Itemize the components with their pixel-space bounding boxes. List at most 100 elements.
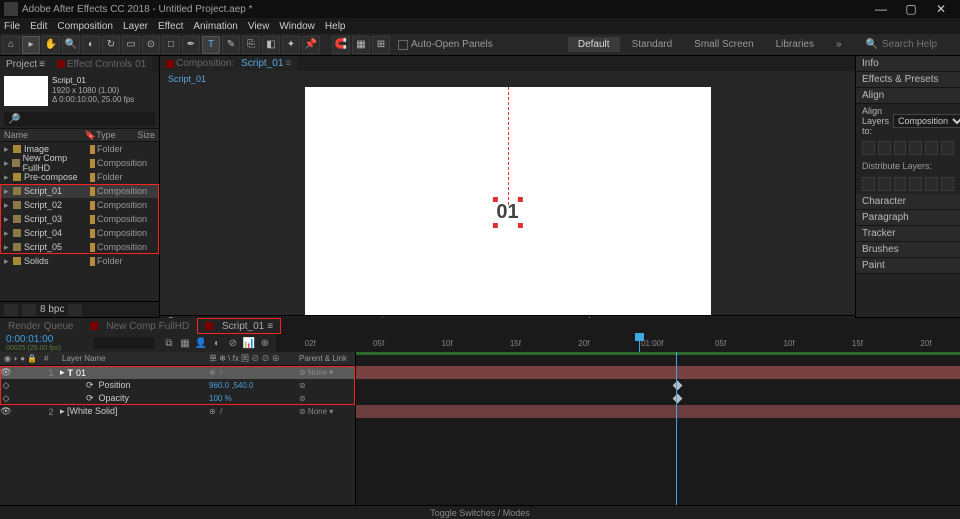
camera-tool[interactable]: ▭ — [122, 36, 140, 54]
layer-bar-1[interactable] — [356, 366, 960, 379]
layer-bar-2[interactable] — [356, 405, 960, 418]
current-time-indicator[interactable] — [639, 334, 640, 352]
panel-paint[interactable]: Paint — [856, 258, 960, 274]
interpret-button[interactable] — [4, 304, 18, 316]
project-item[interactable]: ▸Script_01Composition — [0, 184, 159, 198]
hand-tool[interactable]: ✋ — [42, 36, 60, 54]
brush-tool[interactable]: ✎ — [222, 36, 240, 54]
roto-tool[interactable]: ✦ — [282, 36, 300, 54]
menu-help[interactable]: Help — [325, 21, 346, 32]
work-area-bar[interactable] — [356, 352, 960, 355]
tab-effect-controls[interactable]: Effect Controls 01 — [51, 56, 152, 72]
search-help[interactable]: 🔍 — [860, 39, 958, 50]
panel-info[interactable]: Info — [856, 56, 960, 72]
project-item[interactable]: ▸SolidsFolder — [0, 254, 159, 268]
menu-file[interactable]: File — [4, 21, 20, 32]
align-target-dropdown[interactable]: Composition — [893, 114, 960, 128]
project-item[interactable]: ▸Script_02Composition — [0, 198, 159, 212]
composition-canvas[interactable]: 01 — [305, 87, 711, 315]
composition-breadcrumb[interactable]: Script_01 — [160, 71, 855, 87]
draft3d-icon[interactable]: ▦ — [178, 336, 192, 350]
type-tool[interactable]: T — [202, 36, 220, 54]
dist-top-icon[interactable] — [862, 177, 875, 191]
project-item[interactable]: ▸New Comp FullHDComposition — [0, 156, 159, 170]
shape-tool[interactable]: □ — [162, 36, 180, 54]
property-row[interactable]: ◇⟳ Opacity100 %⊚ — [0, 392, 355, 405]
rotate-tool[interactable]: ↻ — [102, 36, 120, 54]
composition-tab[interactable]: Composition: Script_01 ≡ — [160, 56, 297, 71]
orbit-tool[interactable]: ◐ — [82, 36, 100, 54]
composition-viewer[interactable]: 01 — [160, 87, 855, 315]
pan-behind-tool[interactable]: ⊙ — [142, 36, 160, 54]
snap-icon[interactable]: 🧲 — [332, 36, 350, 54]
workspace-libraries[interactable]: Libraries — [766, 37, 824, 52]
dist-bottom-icon[interactable] — [894, 177, 907, 191]
shy-icon[interactable]: 👤 — [194, 336, 208, 350]
graph-editor-icon[interactable]: 📊 — [242, 336, 256, 350]
dist-right-icon[interactable] — [941, 177, 954, 191]
panel-align[interactable]: Align — [856, 88, 960, 104]
brain-icon[interactable]: ⊕ — [258, 336, 272, 350]
menu-composition[interactable]: Composition — [57, 21, 113, 32]
panel-brushes[interactable]: Brushes — [856, 242, 960, 258]
handle[interactable] — [492, 223, 497, 228]
align-bottom-icon[interactable] — [941, 141, 954, 155]
current-timecode[interactable]: 0:00:01:00 00025 (25.00 fps) — [0, 334, 90, 352]
comp-mini-flowchart-icon[interactable]: ⧉ — [162, 336, 176, 350]
panel-effects-presets[interactable]: Effects & Presets — [856, 72, 960, 88]
cti-line[interactable] — [676, 352, 677, 505]
grid-icon[interactable]: ▦ — [352, 36, 370, 54]
project-item[interactable]: ▸Script_05Composition — [0, 240, 159, 254]
tab-comp-fullhd[interactable]: New Comp FullHD — [82, 318, 198, 334]
panel-paragraph[interactable]: Paragraph — [856, 210, 960, 226]
text-layer-01[interactable]: 01 — [496, 201, 518, 224]
pen-tool[interactable]: ✒ — [182, 36, 200, 54]
align-vcenter-icon[interactable] — [925, 141, 938, 155]
local-axis-icon[interactable]: ⊞ — [372, 36, 390, 54]
align-left-icon[interactable] — [862, 141, 875, 155]
property-row[interactable]: ◇⟳ Position960.0 ,540.0⊚ — [0, 379, 355, 392]
puppet-tool[interactable]: 📌 — [302, 36, 320, 54]
auto-open-panels-check[interactable]: Auto-Open Panels — [398, 39, 493, 50]
align-hcenter-icon[interactable] — [878, 141, 891, 155]
menu-view[interactable]: View — [248, 21, 270, 32]
workspace-more[interactable]: » — [826, 37, 852, 52]
timeline-footer[interactable]: Toggle Switches / Modes — [0, 505, 960, 519]
close-button[interactable]: ✕ — [926, 2, 956, 16]
workspace-default[interactable]: Default — [568, 37, 620, 52]
new-folder-button[interactable] — [22, 304, 36, 316]
project-item[interactable]: ▸Script_03Composition — [0, 212, 159, 226]
workspace-small[interactable]: Small Screen — [684, 37, 763, 52]
time-ruler[interactable]: 02f05f10f15f20f01:00f05f10f15f20f — [276, 334, 960, 352]
panel-tracker[interactable]: Tracker — [856, 226, 960, 242]
timeline-search[interactable] — [94, 337, 154, 349]
clone-tool[interactable]: ⎘ — [242, 36, 260, 54]
handle[interactable] — [518, 223, 523, 228]
home-button[interactable]: ⌂ — [2, 36, 20, 54]
keyframe-position[interactable] — [673, 381, 683, 391]
dist-left-icon[interactable] — [909, 177, 922, 191]
dist-vcenter-icon[interactable] — [878, 177, 891, 191]
project-item[interactable]: ▸Pre-composeFolder — [0, 170, 159, 184]
search-input[interactable] — [882, 39, 952, 50]
eraser-tool[interactable]: ◧ — [262, 36, 280, 54]
keyframe-opacity[interactable] — [673, 394, 683, 404]
menu-effect[interactable]: Effect — [158, 21, 183, 32]
minimize-button[interactable]: — — [866, 2, 896, 16]
frame-blend-icon[interactable]: ◐ — [210, 336, 224, 350]
menu-edit[interactable]: Edit — [30, 21, 47, 32]
layer-row[interactable]: 👁1▸ T 01⊕ /⊚ None ▾ — [0, 366, 355, 379]
tab-script-01[interactable]: Script_01 ≡ — [197, 318, 281, 334]
project-search[interactable]: 🔎 — [4, 112, 155, 126]
track-area[interactable] — [356, 352, 960, 505]
panel-character[interactable]: Character — [856, 194, 960, 210]
motion-blur-icon[interactable]: ⊘ — [226, 336, 240, 350]
workspace-standard[interactable]: Standard — [622, 37, 683, 52]
bpc-label[interactable]: 8 bpc — [40, 304, 64, 315]
dist-hcenter-icon[interactable] — [925, 177, 938, 191]
menu-window[interactable]: Window — [279, 21, 315, 32]
align-right-icon[interactable] — [894, 141, 907, 155]
zoom-tool[interactable]: 🔍 — [62, 36, 80, 54]
selection-tool[interactable]: ▸ — [22, 36, 40, 54]
delete-button[interactable] — [68, 304, 82, 316]
